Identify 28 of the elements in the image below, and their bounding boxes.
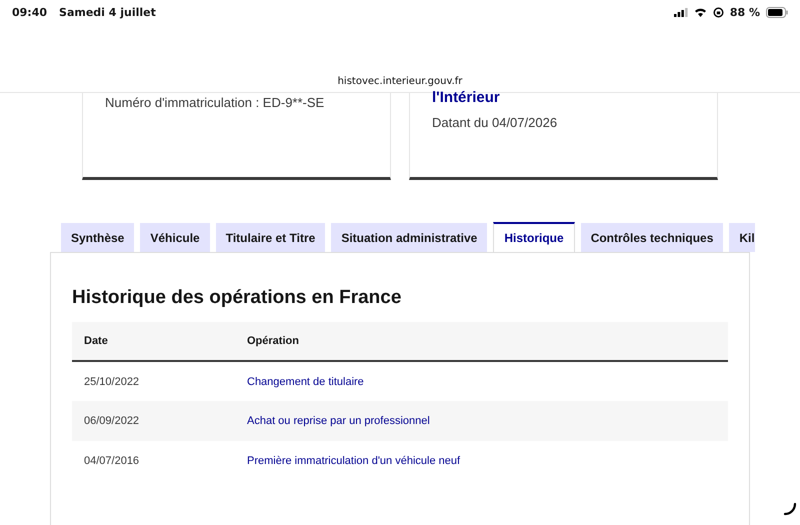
status-time: 09:40 xyxy=(12,6,48,18)
column-header: Opération xyxy=(247,335,299,347)
date-cell: 04/07/2016 xyxy=(84,455,140,467)
status-date: Samedi 4 juillet xyxy=(59,6,156,18)
card-title: l'Intérieur xyxy=(432,89,501,106)
tab[interactable]: Kil xyxy=(729,223,755,252)
signal-icon xyxy=(674,8,688,16)
section-heading: Historique des opérations en France xyxy=(72,287,402,309)
loading-spinner-icon xyxy=(783,502,797,516)
operation-link[interactable]: Première immatriculation d'un véhicule neuf xyxy=(247,455,460,467)
date-cell: 25/10/2022 xyxy=(84,376,140,388)
tab[interactable]: Situation administrative xyxy=(331,223,488,252)
date-cell: 06/09/2022 xyxy=(84,415,140,427)
rotation-lock-icon xyxy=(712,6,724,18)
tab[interactable]: Véhicule xyxy=(140,223,210,252)
column-header: Date xyxy=(84,335,108,347)
battery-percent: 88 % xyxy=(730,6,760,18)
operation-link[interactable]: Achat ou reprise par un professionnel xyxy=(247,415,430,427)
operation-link[interactable]: Changement de titulaire xyxy=(247,376,364,388)
tab[interactable]: Titulaire et Titre xyxy=(216,223,326,252)
wifi-icon xyxy=(694,7,707,17)
url-text[interactable]: histovec.interieur.gouv.fr xyxy=(338,76,462,87)
tab[interactable]: Synthèse xyxy=(61,223,134,252)
battery-icon xyxy=(766,6,788,18)
tab[interactable]: Contrôles techniques xyxy=(580,223,724,252)
card-text: Datant du 04/07/2026 xyxy=(432,114,558,132)
card-text: Numéro d'immatriculation : ED-9**-SE xyxy=(105,94,326,112)
tab[interactable]: Historique xyxy=(493,222,575,252)
